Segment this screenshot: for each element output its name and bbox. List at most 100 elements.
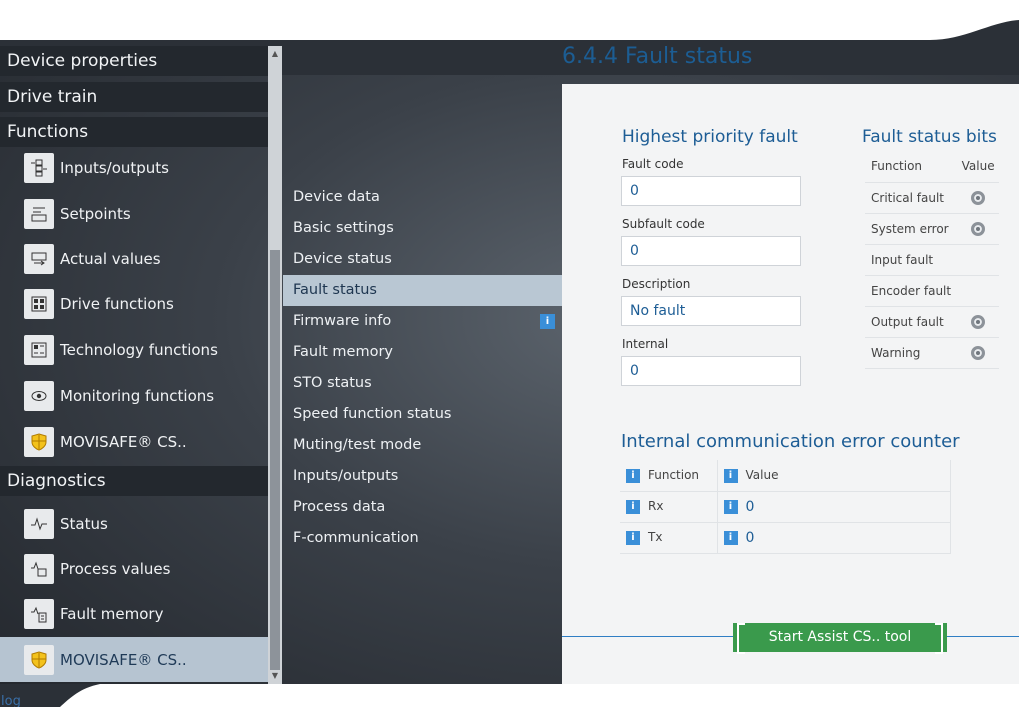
safety-shield-icon: [24, 426, 54, 457]
status-led-icon: [971, 190, 986, 205]
status-led-icon: [971, 221, 986, 236]
scroll-up-arrow-icon[interactable]: ▲: [270, 48, 280, 60]
status-led-icon: [971, 345, 986, 360]
status-led-icon: [971, 314, 986, 329]
table-row: Critical fault: [865, 182, 1000, 214]
description-label: Description: [622, 277, 691, 291]
fault-bit-value: [955, 306, 1000, 338]
submenu-label: Firmware info: [293, 313, 392, 329]
fault-bit-value: [955, 337, 1000, 369]
fault-memory-icon: [24, 598, 54, 629]
nav-item-monitoring-functions[interactable]: Monitoring functions: [0, 373, 268, 418]
table-row: Warning: [865, 337, 1000, 369]
column-header-label: Value: [745, 468, 779, 482]
actual-values-icon: [24, 243, 54, 274]
nav-item-label: Status: [60, 514, 108, 533]
drive-functions-icon: [24, 288, 54, 319]
nav-item-movisafe-diagnostics[interactable]: MOVISAFE® CS..: [0, 637, 268, 682]
category-diagnostics[interactable]: Diagnostics: [0, 466, 268, 496]
fault-bit-label: System error: [865, 213, 956, 245]
fault-bit-value: [955, 213, 1000, 245]
nav-item-label: MOVISAFE® CS..: [60, 650, 187, 669]
nav-item-inputs-outputs[interactable]: Inputs/outputs: [0, 145, 268, 190]
nav-item-label: Actual values: [60, 249, 161, 268]
submenu-fault-memory[interactable]: Fault memory: [283, 337, 562, 368]
comm-function-label: Tx: [648, 530, 663, 545]
submenu-fault-status[interactable]: Fault status: [283, 275, 562, 306]
column-header-value: i Value: [717, 460, 951, 492]
nav-item-process-values[interactable]: Process values: [0, 546, 268, 591]
nav-item-technology-functions[interactable]: Technology functions: [0, 327, 268, 372]
nav-item-drive-functions[interactable]: Drive functions: [0, 281, 268, 326]
fault-code-field: 0: [621, 176, 801, 206]
info-icon[interactable]: i: [540, 314, 555, 329]
column-header-label: Function: [648, 468, 700, 482]
submenu-f-communication[interactable]: F-communication: [283, 523, 562, 554]
description-field: No fault: [621, 296, 801, 326]
nav-item-actual-values[interactable]: Actual values: [0, 236, 268, 281]
table-header-row: Function Value: [865, 151, 1000, 183]
table-row: Output fault: [865, 306, 1000, 338]
nav-item-label: Technology functions: [60, 340, 218, 359]
start-assist-tool-button[interactable]: Start Assist CS.. tool: [733, 623, 947, 654]
left-navigation: Device properties Drive train Functions …: [0, 46, 268, 684]
divider-line-right: [947, 636, 1019, 637]
nav-item-movisafe-functions[interactable]: MOVISAFE® CS..: [0, 419, 268, 464]
table-row: Encoder fault: [865, 275, 1000, 307]
divider-line-left: [562, 636, 733, 637]
comm-value: 0: [745, 529, 755, 546]
comm-counter-heading: Internal communication error counter: [621, 431, 960, 452]
submenu-muting-test-mode[interactable]: Muting/test mode: [283, 430, 562, 461]
submenu-speed-function-status[interactable]: Speed function status: [283, 399, 562, 430]
info-icon[interactable]: i: [626, 530, 640, 545]
io-icon: [24, 152, 54, 183]
comm-function-label: Rx: [648, 499, 664, 514]
submenu-basic-settings[interactable]: Basic settings: [283, 213, 562, 244]
nav-item-setpoints[interactable]: Setpoints: [0, 191, 268, 236]
nav-item-label: Inputs/outputs: [60, 158, 169, 177]
diagnostics-submenu: Device data Basic settings Device status…: [283, 182, 562, 554]
submenu-sto-status[interactable]: STO status: [283, 368, 562, 399]
comm-error-counter-table: i Function i Value i Rx i0 i Tx i0: [620, 460, 951, 554]
info-icon[interactable]: i: [723, 468, 738, 483]
nav-item-label: Process values: [60, 559, 171, 578]
submenu-inputs-outputs[interactable]: Inputs/outputs: [283, 461, 562, 492]
info-icon[interactable]: i: [626, 468, 640, 483]
column-header-value: Value: [955, 151, 1000, 183]
technology-icon: [24, 334, 54, 365]
fault-code-label: Fault code: [622, 157, 684, 171]
submenu-device-status[interactable]: Device status: [283, 244, 562, 275]
comm-value-cell: i0: [717, 522, 951, 554]
log-tab[interactable]: log: [1, 694, 21, 707]
submenu-process-data[interactable]: Process data: [283, 492, 562, 523]
page-title: 6.4.4 Fault status: [562, 44, 753, 69]
scroll-thumb[interactable]: [270, 250, 280, 670]
category-functions[interactable]: Functions: [0, 117, 268, 147]
comm-value-cell: i0: [717, 491, 951, 523]
scroll-down-arrow-icon[interactable]: ▼: [270, 670, 280, 682]
setpoint-icon: [24, 198, 54, 229]
fault-status-bits-table: Function Value Critical fault System err…: [865, 151, 1000, 369]
info-icon[interactable]: i: [626, 499, 640, 514]
nav-item-fault-memory[interactable]: Fault memory: [0, 591, 268, 636]
nav-item-label: MOVISAFE® CS..: [60, 432, 187, 451]
submenu-firmware-info[interactable]: Firmware info i: [283, 306, 562, 337]
nav-item-label: Drive functions: [60, 294, 174, 313]
subfault-code-label: Subfault code: [622, 217, 705, 231]
info-icon[interactable]: i: [723, 499, 738, 514]
comm-function-cell: i Rx: [620, 491, 718, 523]
nav-item-label: Monitoring functions: [60, 386, 215, 405]
category-device-properties[interactable]: Device properties: [0, 46, 268, 76]
table-row: i Rx i0: [620, 491, 951, 523]
nav-item-status[interactable]: Status: [0, 501, 268, 546]
fault-bit-value: [955, 275, 1000, 307]
submenu-device-data[interactable]: Device data: [283, 182, 562, 213]
footer-swoosh: [0, 684, 1019, 707]
table-row: System error: [865, 213, 1000, 245]
category-drive-train[interactable]: Drive train: [0, 82, 268, 112]
internal-label: Internal: [622, 337, 669, 351]
left-nav-scrollbar[interactable]: ▲ ▼: [268, 46, 282, 684]
info-icon[interactable]: i: [723, 530, 738, 545]
fault-bit-label: Warning: [865, 337, 956, 369]
nav-item-label: Setpoints: [60, 204, 131, 223]
